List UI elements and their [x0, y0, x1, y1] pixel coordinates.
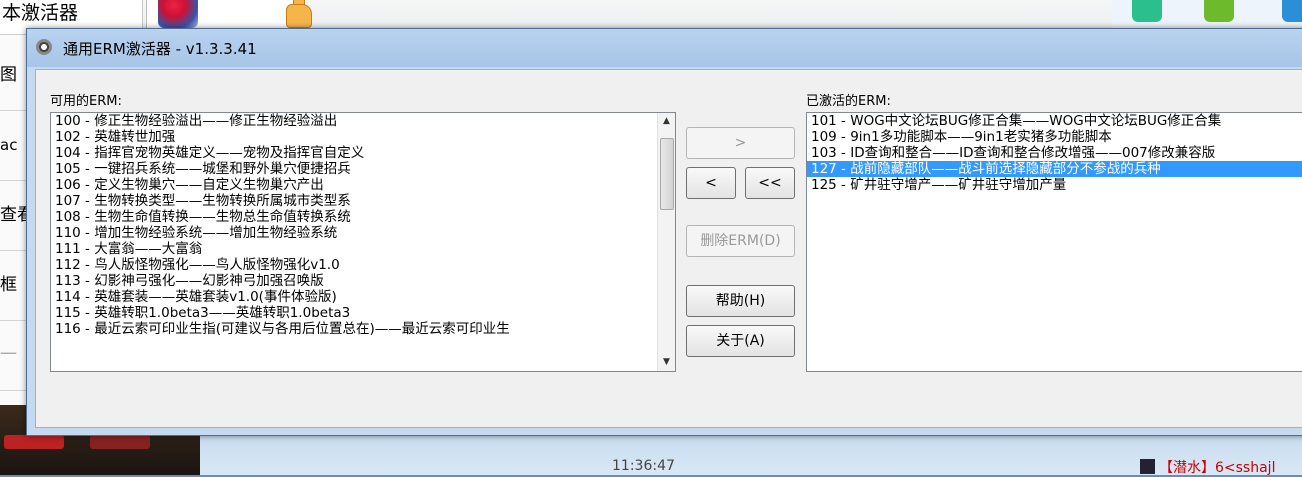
file-icon[interactable] — [1204, 0, 1234, 22]
app-thumbnail-icon[interactable] — [158, 0, 198, 28]
list-item-selected[interactable]: 127 - 战前隐藏部队——战斗前选择隐藏部分不参战的兵种 — [807, 161, 1302, 177]
list-item[interactable]: 110 - 增加生物经验系统——增加生物经验系统 — [51, 225, 675, 241]
list-item[interactable] — [51, 337, 675, 353]
scroll-up-arrow-icon[interactable]: ▲ — [658, 113, 675, 130]
list-item[interactable]: 103 - ID查询和整合——ID查询和整合修改增强——007修改兼容版 — [807, 145, 1302, 161]
add-erm-button[interactable]: > — [686, 127, 795, 159]
active-erm-list[interactable]: 101 - WOG中文论坛BUG修正合集——WOG中文论坛BUG修正合集 109… — [806, 112, 1302, 372]
dialog-client-area: 可用的ERM: 已激活的ERM: 100 - 修正生物经验溢出——修正生物经验溢… — [35, 69, 1302, 428]
list-item[interactable] — [51, 353, 675, 369]
active-erm-label: 已激活的ERM: — [806, 94, 891, 109]
list-item[interactable]: 125 - 矿井驻守增产——矿井驻守增加产量 — [807, 177, 1302, 193]
about-button[interactable]: 关于(A) — [686, 325, 795, 357]
gear-icon — [36, 39, 52, 55]
list-item[interactable]: 115 - 英雄转职1.0beta3——英雄转职1.0beta3 — [51, 305, 675, 321]
list-item[interactable]: 112 - 鸟人版怪物强化——鸟人版怪物强化v1.0 — [51, 257, 675, 273]
list-item[interactable]: 116 - 最近云索可印业生指(可建议与各用后位置总在)——最近云索可印业生 — [51, 321, 675, 337]
chat-message-preview[interactable]: 【潜水】6<sshajl — [1140, 457, 1275, 477]
list-item[interactable]: 109 - 9in1多功能脚本——9in1老实猪多功能脚本 — [807, 129, 1302, 145]
available-erm-label: 可用的ERM: — [50, 94, 122, 109]
dialog-title: 通用ERM激活器 - v1.3.3.41 — [63, 40, 257, 58]
list-item[interactable]: 114 - 英雄套装——英雄套装v1.0(事件体验版) — [51, 289, 675, 305]
dialog-titlebar[interactable]: 通用ERM激活器 - v1.3.3.41 — [27, 29, 1302, 67]
available-erm-list[interactable]: 100 - 修正生物经验溢出——修正生物经验溢出 102 - 英雄转世加强 10… — [50, 112, 676, 372]
remove-all-erm-button[interactable]: << — [745, 167, 795, 199]
list-item[interactable]: 106 - 定义生物巢穴——自定义生物巢穴产出 — [51, 177, 675, 193]
list-item[interactable]: 101 - WOG中文论坛BUG修正合集——WOG中文论坛BUG修正合集 — [807, 113, 1302, 129]
list-item[interactable]: 107 - 生物转换类型——生物转换所属城市类型系 — [51, 193, 675, 209]
list-item[interactable]: 102 - 英雄转世加强 — [51, 129, 675, 145]
delete-erm-button[interactable]: 删除ERM(D) — [686, 225, 795, 257]
scroll-down-arrow-icon[interactable]: ▼ — [658, 354, 675, 371]
list-item[interactable]: 104 - 指挥官宠物英雄定义——宠物及指挥官自定义 — [51, 145, 675, 161]
thumbs-up-icon[interactable] — [280, 0, 316, 28]
list-item[interactable]: 111 - 大富翁——大富翁 — [51, 241, 675, 257]
chat-message-text: 【潜水】6<sshajl — [1159, 460, 1276, 476]
help-button[interactable]: 帮助(H) — [686, 285, 795, 317]
list-item[interactable]: 100 - 修正生物经验溢出——修正生物经验溢出 — [51, 113, 675, 129]
list-item[interactable]: 105 - 一键招兵系统——城堡和野外巢穴便捷招兵 — [51, 161, 675, 177]
phone-icon[interactable] — [1132, 0, 1162, 22]
available-list-scrollbar[interactable]: ▲ ▼ — [657, 113, 675, 371]
erm-activator-dialog: 通用ERM激活器 - v1.3.3.41 可用的ERM: 已激活的ERM: 10… — [26, 28, 1302, 436]
share-icon[interactable] — [1282, 0, 1302, 22]
list-item[interactable]: 108 - 生物生命值转换——生物总生命值转换系统 — [51, 209, 675, 225]
scrollbar-thumb[interactable] — [660, 138, 674, 210]
list-item[interactable]: 113 - 幻影神弓强化——幻影神弓加强召唤版 — [51, 273, 675, 289]
remove-erm-button[interactable]: < — [686, 167, 736, 199]
group-avatar-icon — [1140, 459, 1155, 474]
chat-timestamp: 11:36:47 — [612, 458, 675, 474]
